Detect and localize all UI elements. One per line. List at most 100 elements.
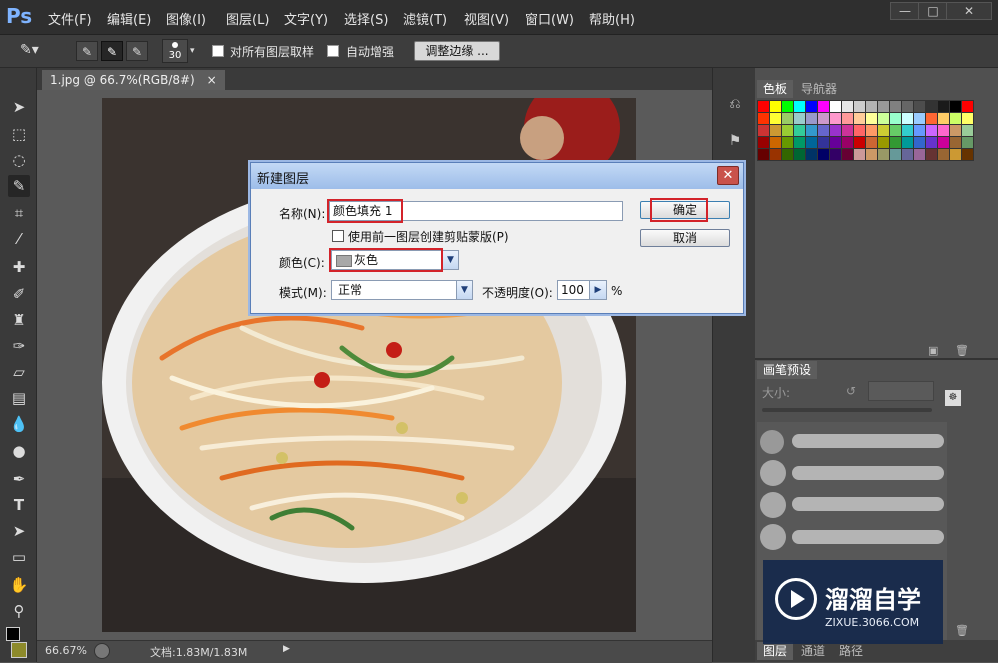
blend-mode-value: 正常: [338, 283, 363, 297]
brush-size-value: 30: [168, 50, 182, 61]
name-label: 名称(N):: [279, 207, 326, 221]
status-info-icon[interactable]: [94, 643, 110, 659]
menu-window[interactable]: 窗口(W): [525, 9, 574, 28]
quick-selection-tool-icon[interactable]: ✎: [8, 175, 30, 197]
lasso-tool-icon[interactable]: ◌: [8, 149, 30, 171]
rectangle-tool-icon[interactable]: ▭: [8, 546, 30, 568]
brush-preset-thumb[interactable]: [760, 430, 784, 454]
tab-layers[interactable]: 图层: [757, 642, 794, 660]
color-swatch[interactable]: [961, 148, 974, 161]
menu-help[interactable]: 帮助(H): [589, 9, 635, 28]
watermark-brand: 溜溜自学: [825, 586, 921, 614]
brush-preset-thumb[interactable]: [760, 492, 786, 518]
blend-mode-select[interactable]: 正常: [331, 280, 473, 300]
menu-layer[interactable]: 图层(L): [226, 9, 269, 28]
chevron-down-icon[interactable]: ▼: [456, 281, 472, 299]
menu-select[interactable]: 选择(S): [344, 9, 388, 28]
path-selection-tool-icon[interactable]: ➤: [8, 520, 30, 542]
new-selection-brush-icon[interactable]: ✎: [76, 41, 98, 61]
delete-swatch-icon[interactable]: 🗑: [955, 344, 969, 357]
dialog-titlebar[interactable]: [251, 163, 743, 189]
move-tool-icon[interactable]: ➤: [8, 96, 30, 118]
blur-tool-icon[interactable]: 💧: [8, 413, 30, 435]
reset-size-icon[interactable]: ↺: [846, 384, 856, 398]
opacity-value: 100: [561, 283, 584, 297]
clipping-mask-checkbox[interactable]: [332, 230, 344, 242]
brush-panel-toggle-icon[interactable]: ☸: [945, 390, 961, 406]
add-selection-brush-icon[interactable]: ✎: [101, 41, 123, 61]
tab-brush-presets[interactable]: 画笔预设: [757, 361, 818, 379]
brush-preset-thumb[interactable]: [760, 524, 786, 550]
document-tab-label: 1.jpg @ 66.7%(RGB/8#): [50, 73, 195, 87]
document-tab[interactable]: 1.jpg @ 66.7%(RGB/8#) ×: [42, 70, 225, 90]
brush-size-label: 大小:: [762, 386, 791, 400]
tab-navigator[interactable]: 导航器: [795, 80, 843, 98]
eraser-tool-icon[interactable]: ▱: [8, 361, 30, 383]
background-color-swatch[interactable]: [11, 642, 27, 658]
minimize-button[interactable]: —: [890, 2, 920, 20]
photoshop-logo: Ps: [6, 4, 33, 28]
pen-tool-icon[interactable]: ✒: [8, 468, 30, 490]
zoom-tool-icon[interactable]: ⚲: [8, 600, 30, 622]
watermark: 溜溜自学 ZIXUE.3066.COM: [763, 560, 943, 644]
zoom-level[interactable]: 66.67%: [45, 644, 87, 657]
document-size: 文档:1.83M/1.83M: [150, 646, 248, 659]
tab-channels[interactable]: 通道: [795, 642, 831, 660]
maximize-button[interactable]: □: [918, 2, 948, 20]
brush-preset-stroke[interactable]: [792, 434, 944, 448]
menu-type[interactable]: 文字(Y): [284, 9, 328, 28]
tool-presets-panel-icon[interactable]: ⚑: [724, 130, 746, 152]
status-arrow-icon[interactable]: ▶: [283, 644, 290, 654]
brush-preset-stroke[interactable]: [792, 497, 944, 511]
dodge-tool-icon[interactable]: ●: [8, 440, 30, 462]
status-bar: [37, 640, 712, 663]
brush-preset-stroke[interactable]: [792, 530, 944, 544]
highlight-box: [329, 248, 443, 272]
brush-size-picker[interactable]: 30: [162, 39, 188, 63]
subtract-selection-brush-icon[interactable]: ✎: [126, 41, 148, 61]
brush-preset-stroke[interactable]: [792, 466, 944, 480]
brush-size-slider[interactable]: [762, 408, 932, 412]
chevron-down-icon[interactable]: ▾: [190, 46, 195, 56]
close-window-button[interactable]: ✕: [946, 2, 992, 20]
highlight-box: [650, 198, 708, 222]
healing-brush-tool-icon[interactable]: ✚: [8, 256, 30, 278]
opacity-unit: %: [611, 284, 623, 298]
type-tool-icon[interactable]: T: [8, 494, 30, 516]
quick-selection-preset-icon[interactable]: ✎▾: [20, 42, 44, 60]
cancel-button[interactable]: 取消: [640, 229, 730, 247]
panel-divider: [755, 358, 998, 360]
foreground-color-swatch[interactable]: [6, 627, 20, 641]
play-triangle-icon: [791, 590, 805, 608]
tab-swatches[interactable]: 色板: [757, 80, 794, 98]
menu-file[interactable]: 文件(F): [48, 9, 92, 28]
new-swatch-icon[interactable]: ▣: [928, 344, 938, 357]
dialog-close-button[interactable]: ✕: [717, 166, 739, 185]
close-icon[interactable]: ×: [207, 73, 217, 87]
brush-tool-icon[interactable]: ✐: [8, 283, 30, 305]
chevron-down-icon[interactable]: ▼: [442, 251, 458, 269]
new-layer-dialog: 新建图层 ✕ 名称(N): 颜色填充 1 使用前一图层创建剪贴蒙版(P) 颜色(…: [250, 162, 744, 314]
menu-image[interactable]: 图像(I): [166, 9, 206, 28]
opacity-slider-arrow-icon[interactable]: ▶: [589, 281, 606, 299]
crop-tool-icon[interactable]: ⌗: [8, 202, 30, 224]
menu-filter[interactable]: 滤镜(T): [403, 9, 447, 28]
eyedropper-tool-icon[interactable]: ⁄: [8, 228, 30, 250]
mode-label: 模式(M):: [279, 286, 327, 300]
menu-view[interactable]: 视图(V): [464, 9, 509, 28]
clone-stamp-tool-icon[interactable]: ♜: [8, 309, 30, 331]
menu-edit[interactable]: 编辑(E): [107, 9, 151, 28]
sample-all-layers-checkbox[interactable]: [212, 45, 224, 57]
history-brush-tool-icon[interactable]: ✑: [8, 335, 30, 357]
tab-paths[interactable]: 路径: [833, 642, 869, 660]
color-label: 颜色(C):: [279, 256, 325, 270]
hand-tool-icon[interactable]: ✋: [8, 574, 30, 596]
auto-enhance-checkbox[interactable]: [327, 45, 339, 57]
gradient-tool-icon[interactable]: ▤: [8, 387, 30, 409]
delete-brush-icon[interactable]: 🗑: [955, 624, 969, 637]
history-panel-icon[interactable]: ⎌: [724, 93, 746, 115]
refine-edge-button[interactable]: 调整边缘 ...: [414, 41, 500, 61]
marquee-tool-icon[interactable]: ⬚: [8, 123, 30, 145]
brush-size-field[interactable]: [868, 381, 934, 401]
brush-preset-thumb[interactable]: [760, 460, 786, 486]
